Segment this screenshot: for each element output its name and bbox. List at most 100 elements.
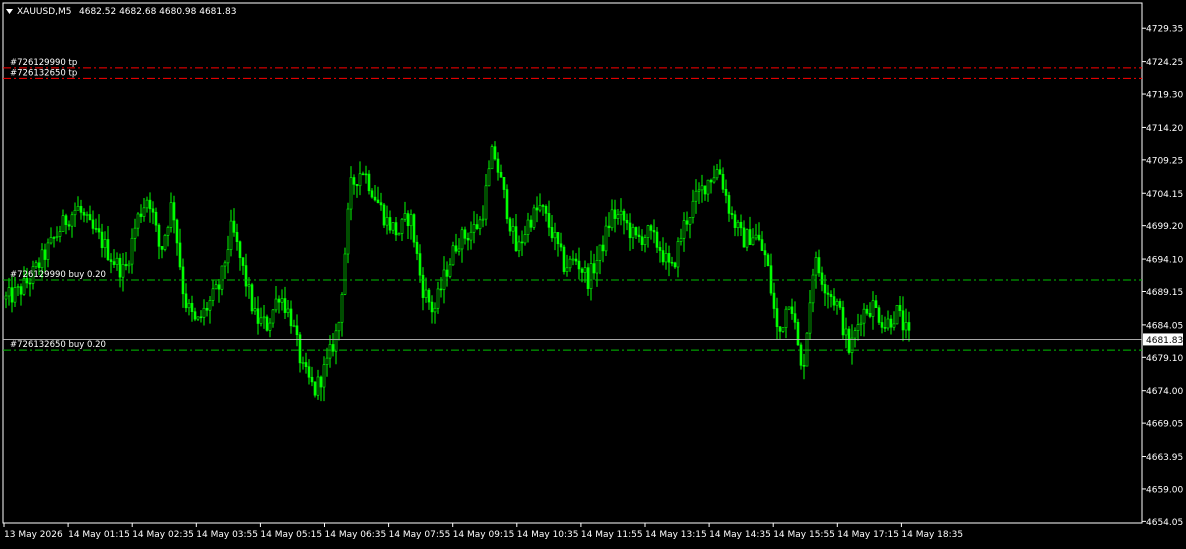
candle-body bbox=[457, 248, 461, 252]
candle-body bbox=[67, 224, 71, 227]
candle-body bbox=[271, 309, 275, 324]
candle-body bbox=[277, 298, 281, 303]
candle-body bbox=[415, 241, 419, 254]
candle-body bbox=[79, 205, 83, 213]
candle-body bbox=[142, 207, 146, 217]
candle-body bbox=[97, 228, 101, 233]
candle-body bbox=[886, 318, 890, 329]
candle-body bbox=[724, 189, 728, 196]
candle-body bbox=[235, 232, 239, 242]
candle-body bbox=[670, 261, 674, 264]
candle-body bbox=[388, 217, 392, 231]
candle-body bbox=[139, 213, 143, 217]
candle-body bbox=[763, 250, 767, 256]
candle-body bbox=[796, 322, 800, 346]
candle-body bbox=[424, 289, 428, 298]
candle-body bbox=[655, 231, 659, 248]
candle-body bbox=[172, 202, 176, 221]
candle-body bbox=[490, 146, 494, 170]
candle-body bbox=[643, 237, 647, 245]
level-label: #726129990 buy 0.20 bbox=[10, 270, 106, 280]
candle-body bbox=[220, 265, 224, 290]
candle-body bbox=[100, 231, 104, 249]
candle-body bbox=[589, 263, 593, 289]
y-tick-label: 4669.05 bbox=[1146, 420, 1183, 430]
candle-body bbox=[871, 300, 875, 317]
candle-body bbox=[307, 366, 311, 378]
candle-body bbox=[355, 184, 359, 187]
candle-body bbox=[184, 293, 188, 309]
candle-body bbox=[202, 307, 206, 318]
candle-body bbox=[115, 257, 119, 265]
x-tick-label: 14 May 07:55 bbox=[389, 530, 451, 540]
candle-body bbox=[787, 306, 791, 310]
candle-body bbox=[328, 344, 332, 359]
candle-body bbox=[868, 312, 872, 317]
candle-body bbox=[316, 376, 320, 396]
candle-body bbox=[64, 215, 68, 225]
candle-body bbox=[436, 288, 440, 309]
candle-body bbox=[418, 253, 422, 276]
candle-body bbox=[334, 330, 338, 352]
candle-body bbox=[91, 219, 95, 229]
candle-body bbox=[853, 330, 857, 339]
candle-body bbox=[580, 268, 584, 273]
candle-body bbox=[34, 262, 38, 268]
candle-body bbox=[817, 257, 821, 274]
candle-body bbox=[469, 231, 473, 241]
candle-body bbox=[310, 376, 314, 383]
candle-body bbox=[256, 308, 260, 324]
candle-body bbox=[712, 177, 716, 183]
candle-body bbox=[784, 308, 788, 328]
candle-body bbox=[439, 288, 443, 291]
candle-body bbox=[295, 325, 299, 336]
candle-body bbox=[157, 224, 161, 247]
candle-body bbox=[478, 219, 482, 230]
candle-body bbox=[28, 282, 32, 285]
candle-body bbox=[883, 327, 887, 329]
y-tick-label: 4724.25 bbox=[1146, 58, 1183, 68]
candle-body bbox=[526, 219, 530, 235]
price-chart[interactable]: #726129990 tp #726132650 tp #726129990 buy… bbox=[0, 0, 1186, 545]
candle-body bbox=[571, 258, 575, 261]
candle-body bbox=[616, 214, 620, 219]
candle-body bbox=[130, 237, 134, 265]
x-tick-label: 14 May 13:15 bbox=[645, 530, 707, 540]
candle-body bbox=[103, 239, 107, 249]
candle-body bbox=[304, 362, 308, 367]
candle-body bbox=[16, 286, 20, 288]
candle-body bbox=[319, 376, 323, 388]
candle-body bbox=[190, 302, 194, 312]
candle-body bbox=[559, 243, 563, 248]
chart-canvas[interactable]: #726129990 tp#726132650 tp #726129990 buy… bbox=[0, 0, 1186, 545]
candle-body bbox=[541, 205, 545, 207]
candle-body bbox=[472, 224, 476, 233]
candle-body bbox=[844, 328, 848, 336]
candle-body bbox=[211, 288, 215, 301]
candle-body bbox=[370, 190, 374, 198]
candle-body bbox=[700, 185, 704, 191]
candle-body bbox=[76, 205, 80, 211]
y-tick-label: 4679.10 bbox=[1146, 354, 1183, 364]
candle-body bbox=[583, 267, 587, 273]
candle-body bbox=[148, 199, 152, 210]
candle-body bbox=[223, 262, 227, 267]
candle-body bbox=[88, 214, 92, 221]
candle-body bbox=[739, 221, 743, 229]
x-tick-label: 14 May 11:55 bbox=[581, 530, 643, 540]
candle-body bbox=[727, 195, 731, 214]
y-tick-label: 4689.15 bbox=[1146, 288, 1183, 298]
candle-body bbox=[760, 239, 764, 251]
y-tick-label: 4694.10 bbox=[1146, 256, 1183, 266]
candle-body bbox=[640, 236, 644, 245]
candle-body bbox=[685, 220, 689, 225]
candle-body bbox=[661, 250, 665, 263]
candle-body bbox=[127, 263, 131, 267]
candle-body bbox=[322, 364, 326, 388]
candle-body bbox=[175, 219, 179, 244]
candle-body bbox=[178, 242, 182, 268]
candle-body bbox=[799, 344, 803, 366]
candle-body bbox=[208, 300, 212, 311]
candle-body bbox=[283, 298, 287, 313]
candle-body bbox=[421, 274, 425, 298]
